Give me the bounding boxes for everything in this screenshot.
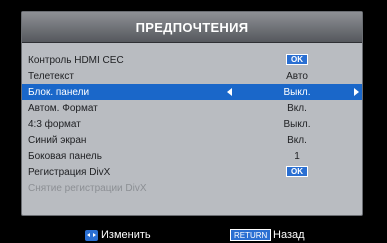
menu-item-side-panel[interactable]: Боковая панель 1: [22, 148, 362, 164]
menu-item-label: Автом. Формат: [28, 102, 98, 114]
return-key-icon[interactable]: RETURN: [230, 229, 272, 241]
menu-item-label: Регистрация DivX: [28, 166, 111, 178]
menu-item-value: Авто: [286, 70, 308, 82]
preferences-menu: ПРЕДПОЧТЕНИЯ Контроль HDMI CEC OK Телете…: [21, 11, 363, 216]
menu-item-value: 1: [294, 150, 300, 162]
menu-item-value: Вкл.: [287, 102, 307, 114]
menu-item-value: Выкл.: [283, 86, 311, 98]
menu-item-value: Выкл.: [283, 118, 311, 130]
arrow-left-icon[interactable]: [227, 88, 232, 96]
divx-registration-ok-button[interactable]: OK: [286, 166, 308, 177]
menu-item-auto-format[interactable]: Автом. Формат Вкл.: [22, 100, 362, 116]
menu-item-label: Снятие регистрации DivX: [28, 182, 147, 194]
footer-hints: Изменить RETURN Назад: [0, 228, 387, 243]
menu-list: Контроль HDMI CEC OK Телетекст Авто Блок…: [22, 52, 362, 196]
menu-item-label: Блок. панели: [28, 86, 90, 98]
arrow-right-icon[interactable]: [354, 88, 359, 96]
menu-item-panel-lock[interactable]: Блок. панели Выкл.: [22, 84, 362, 100]
menu-item-43-format[interactable]: 4:3 формат Выкл.: [22, 116, 362, 132]
back-hint-label: Назад: [273, 229, 305, 241]
menu-title: ПРЕДПОЧТЕНИЯ: [22, 12, 362, 43]
menu-item-hdmi-cec[interactable]: Контроль HDMI CEC OK: [22, 52, 362, 68]
tv-screen: ПРЕДПОЧТЕНИЯ Контроль HDMI CEC OK Телете…: [0, 0, 387, 243]
menu-item-teletext[interactable]: Телетекст Авто: [22, 68, 362, 84]
left-right-arrows-icon: [85, 230, 98, 241]
menu-item-label: Боковая панель: [28, 150, 102, 162]
menu-item-value: Вкл.: [287, 134, 307, 146]
change-hint-label: Изменить: [101, 229, 151, 241]
menu-item-label: Синий экран: [28, 134, 87, 146]
menu-item-label: 4:3 формат: [28, 118, 81, 130]
menu-item-label: Контроль HDMI CEC: [28, 54, 124, 66]
menu-item-divx-deregistration: Снятие регистрации DivX: [22, 180, 362, 196]
menu-item-blue-screen[interactable]: Синий экран Вкл.: [22, 132, 362, 148]
menu-item-label: Телетекст: [28, 70, 74, 82]
hdmi-cec-ok-button[interactable]: OK: [286, 54, 308, 65]
menu-item-divx-registration[interactable]: Регистрация DivX OK: [22, 164, 362, 180]
